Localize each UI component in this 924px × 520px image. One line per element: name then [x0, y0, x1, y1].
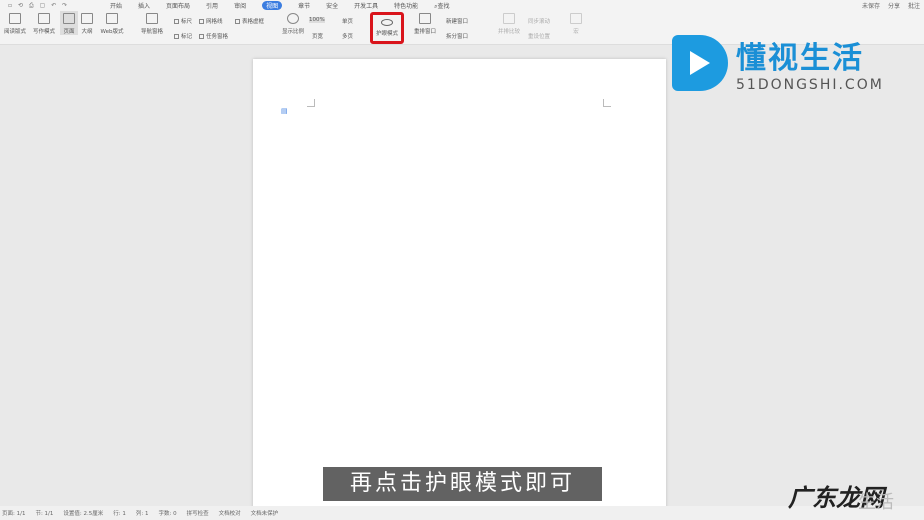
- tab-security[interactable]: 安全: [326, 1, 338, 10]
- write-mode-button[interactable]: 写作模式: [30, 11, 58, 35]
- status-setting: 设置值: 2.5厘米: [63, 511, 104, 517]
- macro-button[interactable]: 宏: [568, 11, 584, 35]
- tab-developer[interactable]: 开发工具: [354, 1, 378, 10]
- protect-status-button[interactable]: 文档未保护: [251, 509, 279, 517]
- comment-button[interactable]: 批注: [908, 1, 920, 10]
- search-tab[interactable]: ⌕查找: [434, 1, 449, 11]
- compare-icon: [503, 13, 515, 24]
- page-view-button[interactable]: 页面: [60, 11, 78, 35]
- grid-checkbox[interactable]: 网格线: [199, 17, 223, 25]
- read-mode-button[interactable]: 阅读版式: [2, 11, 28, 35]
- compare-button[interactable]: 并排比较: [496, 11, 522, 35]
- tab-review[interactable]: 审阅: [234, 1, 246, 10]
- multi-page-button[interactable]: 多页: [342, 32, 353, 40]
- sync-scroll-button[interactable]: 同步滚动: [528, 17, 550, 25]
- nav-pane-button[interactable]: 导航窗格: [135, 11, 169, 35]
- proofread-button[interactable]: 文档校对: [219, 509, 241, 517]
- spell-check-button[interactable]: 拼写检查: [187, 509, 209, 517]
- page-width-button[interactable]: 页宽: [312, 32, 323, 40]
- table-frame-checkbox[interactable]: 表格虚框: [235, 17, 264, 25]
- status-col: 列: 1: [135, 511, 149, 517]
- video-subtitle: 再点击护眼模式即可: [323, 467, 602, 501]
- margin-corner: [603, 99, 611, 107]
- unsaved-button[interactable]: 未保存: [862, 1, 880, 10]
- task-pane-checkbox[interactable]: 任务窗格: [199, 32, 228, 40]
- mark-checkbox[interactable]: 标记: [174, 32, 192, 40]
- pen-icon: [38, 13, 50, 24]
- macro-icon: [570, 13, 582, 24]
- logo-icon: [672, 35, 728, 91]
- magnifier-icon: [287, 13, 299, 24]
- document-page[interactable]: ▤: [253, 59, 666, 520]
- tab-references[interactable]: 引用: [206, 1, 218, 10]
- quick-access-toolbar[interactable]: ▫ ⟲ ⎙ ▢ ↶ ↷: [0, 2, 110, 10]
- tab-section[interactable]: 章节: [298, 1, 310, 10]
- status-row: 行: 1: [113, 511, 126, 517]
- tab-home[interactable]: 开始: [110, 1, 122, 10]
- paragraph-icon: ▤: [281, 107, 288, 115]
- status-wordcount[interactable]: 字数: 0: [158, 509, 176, 517]
- status-bar: 页面: 1/1 节: 1/1 设置值: 2.5厘米 行: 1 列: 1 字数: …: [0, 506, 924, 520]
- outline-icon: [81, 13, 93, 24]
- menu-bar: ▫ ⟲ ⎙ ▢ ↶ ↷ 开始 插入 页面布局 引用 审阅 视图 章节 安全 开发…: [0, 0, 924, 11]
- tab-insert[interactable]: 插入: [138, 1, 150, 10]
- eye-icon: [381, 19, 393, 26]
- tab-features[interactable]: 特色功能: [394, 1, 418, 10]
- tab-layout[interactable]: 页面布局: [166, 1, 190, 10]
- split-window-button[interactable]: 拆分窗口: [446, 32, 468, 40]
- status-section: 节: 1/1: [35, 511, 54, 517]
- reset-position-button[interactable]: 重设位置: [528, 32, 550, 40]
- single-page-button[interactable]: 单页: [342, 17, 353, 25]
- logo-watermark: 懂视生活 51DONGSHI.COM: [672, 33, 884, 93]
- window-icon: [419, 13, 431, 24]
- eye-mode-button[interactable]: 护眼模式: [370, 12, 404, 44]
- book-icon: [9, 13, 21, 24]
- tab-view[interactable]: 视图: [262, 1, 283, 10]
- nav-pane-icon: [146, 13, 158, 24]
- zoom-100-button[interactable]: 100%: [309, 17, 325, 23]
- status-page: 页面: 1/1: [2, 511, 26, 517]
- page-icon: [63, 13, 75, 24]
- new-window-button[interactable]: 新建窗口: [446, 17, 468, 25]
- ruler-checkbox[interactable]: 标尺: [174, 17, 192, 25]
- margin-corner: [307, 99, 315, 107]
- web-layout-button[interactable]: Web版式: [97, 11, 127, 35]
- corner-watermark-side: 生活: [858, 492, 894, 513]
- rearrange-window-button[interactable]: 重排窗口: [410, 11, 440, 35]
- share-button[interactable]: 分享: [888, 1, 900, 10]
- outline-button[interactable]: 大纲: [79, 11, 95, 35]
- zoom-button[interactable]: 显示比例: [280, 11, 306, 35]
- web-icon: [106, 13, 118, 24]
